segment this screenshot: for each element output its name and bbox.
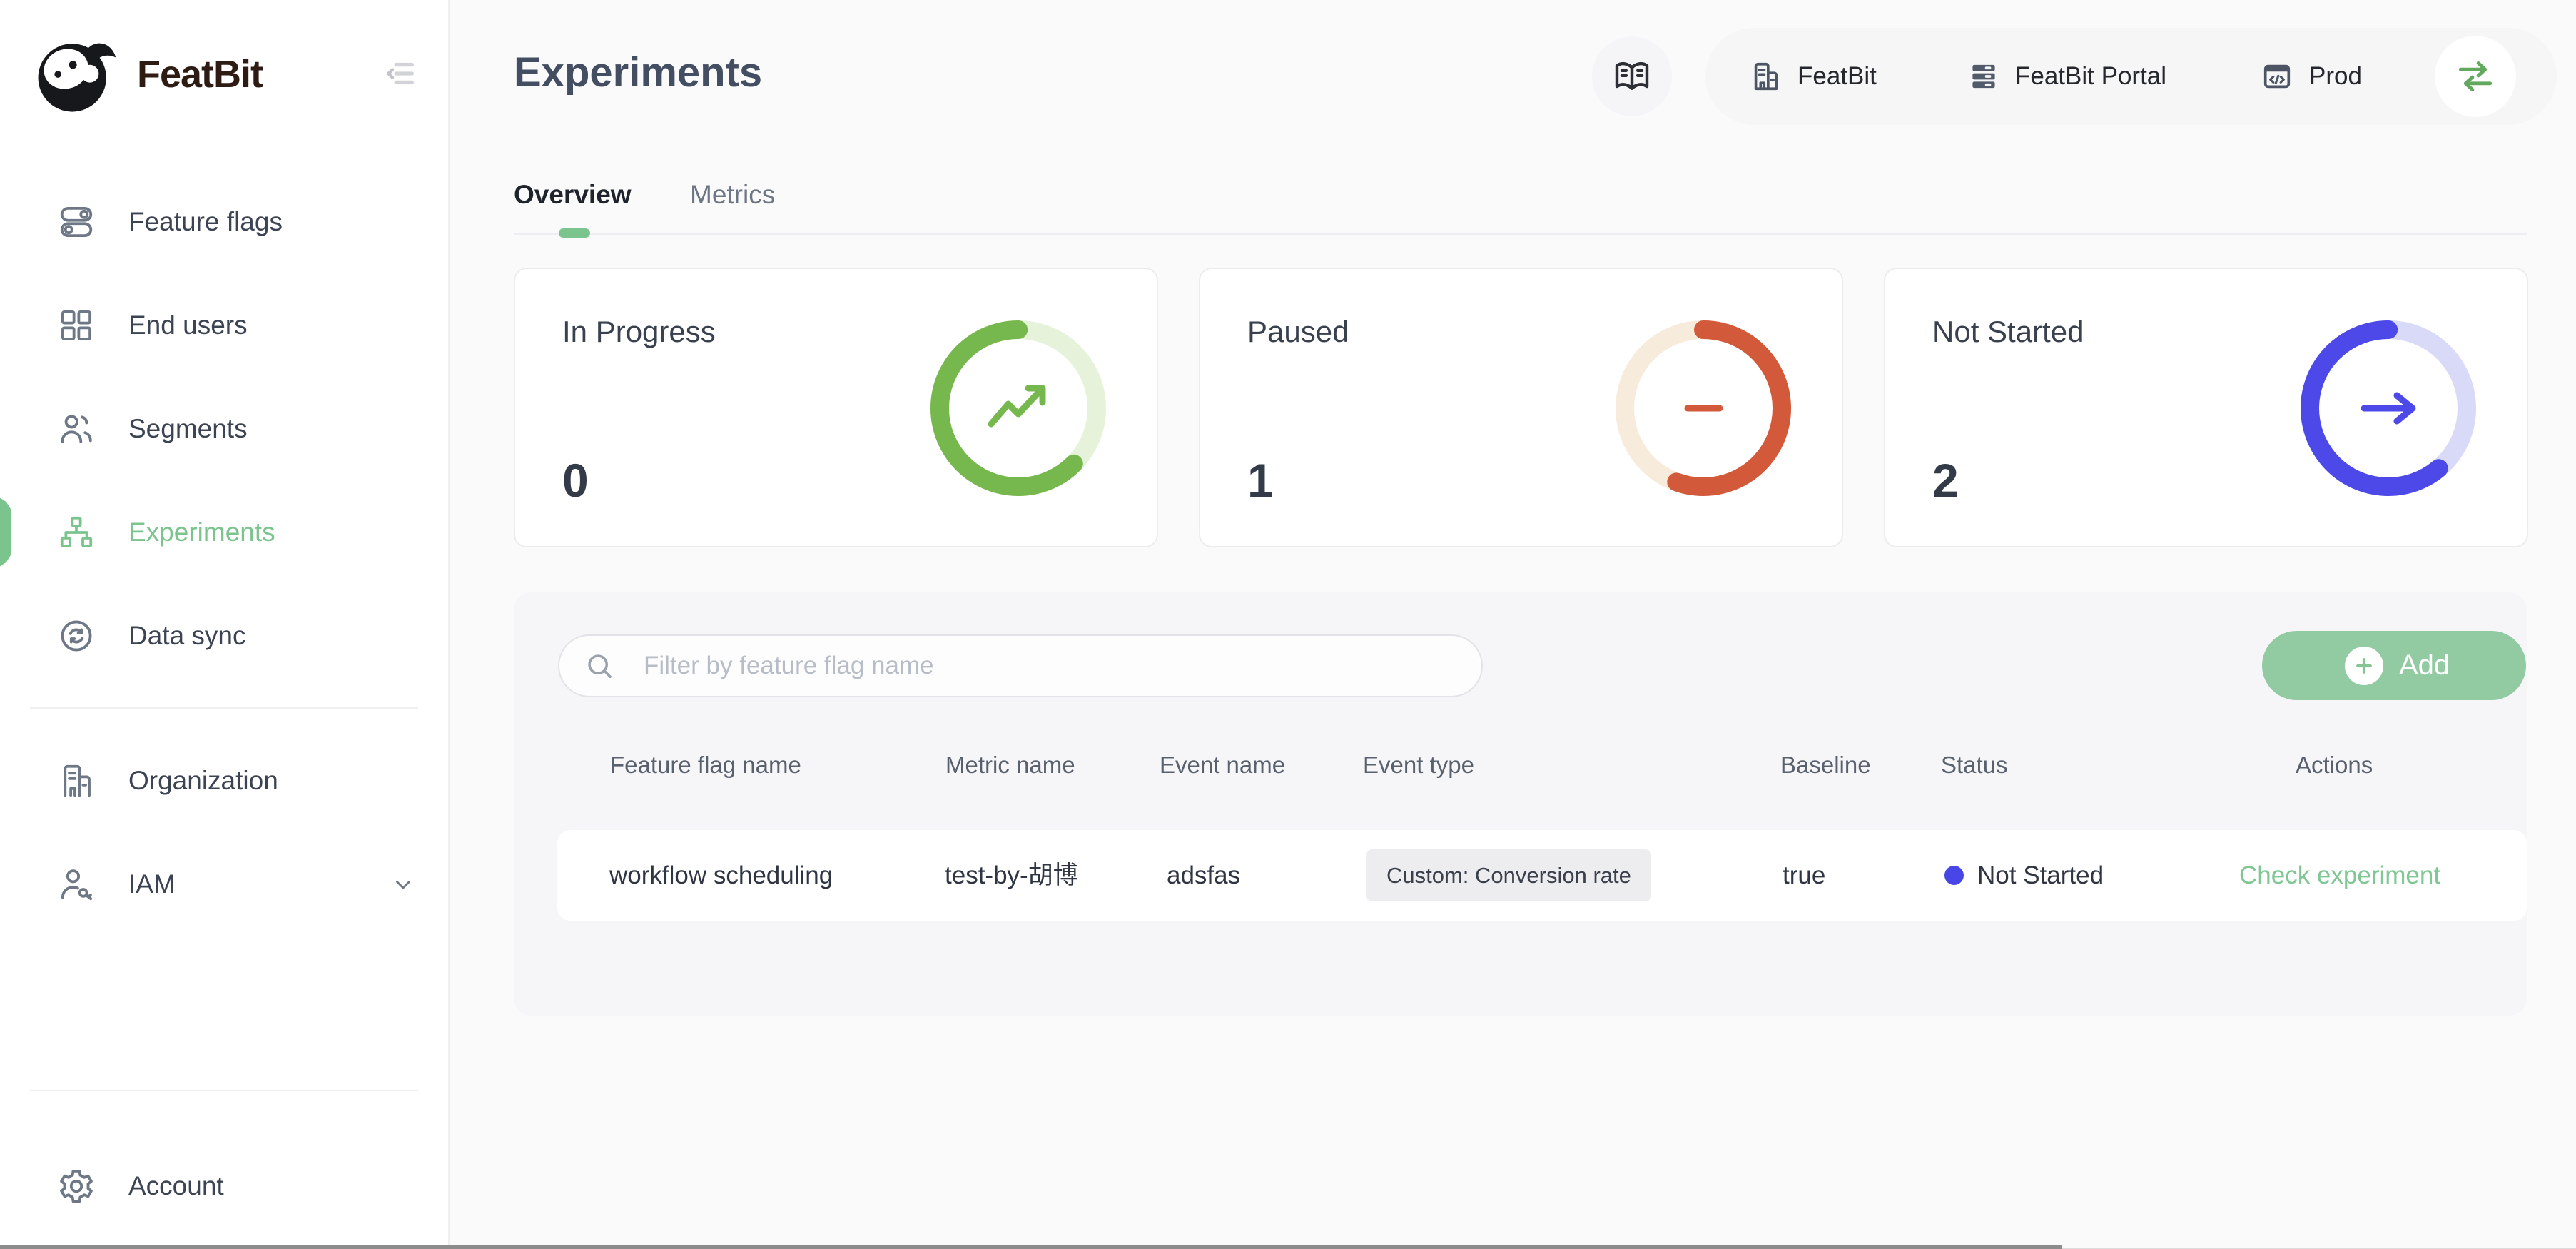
sidebar-item-organization[interactable]: Organization [0,729,448,832]
sidebar-item-iam[interactable]: IAM [0,832,448,936]
sidebar-nav: Feature flags End users Segments [0,170,448,687]
sidebar-item-data-sync[interactable]: Data sync [0,584,448,687]
workspace-switcher: FeatBit FeatBit Portal [1705,28,2557,125]
sidebar-item-label: IAM [128,869,176,899]
sidebar-item-label: Account [128,1171,224,1201]
add-button-label: Add [2399,649,2450,682]
tab-track [514,233,2527,235]
environment-selector[interactable]: Prod [2261,28,2362,125]
browser-code-icon [2261,60,2293,93]
server-stack-icon [1968,61,1999,92]
stat-card-in-progress: In Progress 0 [514,268,1158,547]
docs-button[interactable] [1592,36,1672,116]
arrow-right-icon [2364,395,2413,421]
sidebar-item-segments[interactable]: Segments [0,377,448,480]
cell-event-name: adsfas [1167,830,1240,921]
tab-metrics[interactable]: Metrics [690,180,775,210]
stat-label: In Progress [562,315,716,349]
plus-icon [2345,647,2383,685]
swap-arrows-icon [2453,54,2498,98]
stat-value: 1 [1247,453,1274,507]
stat-value: 2 [1932,453,1959,507]
column-header-event-name: Event name [1160,751,1285,779]
sidebar: FeatBit Feature flags End users [0,0,450,1249]
not-started-gauge [2281,301,2495,515]
status-badge: Not Started [1977,830,2104,921]
sidebar-divider [30,1090,418,1091]
cell-feature-flag-name: workflow scheduling [609,830,833,921]
sidebar-item-label: Data sync [128,621,246,651]
sync-icon [57,617,96,655]
stat-value: 0 [562,453,589,507]
sidebar-item-label: Feature flags [128,207,283,237]
filter-field [558,634,1483,697]
column-header-baseline: Baseline [1780,751,1871,779]
sidebar-secondary-nav: Organization IAM [0,729,448,936]
gear-icon [57,1167,96,1205]
column-header-actions: Actions [2296,751,2373,779]
tab-overview[interactable]: Overview [514,180,632,210]
sitemap-icon [57,513,96,552]
org-name: FeatBit [1797,62,1877,91]
grid-icon [57,306,96,345]
project-selector[interactable]: FeatBit Portal [1968,28,2166,125]
sidebar-item-label: Organization [128,766,278,796]
column-header-metric-name: Metric name [945,751,1075,779]
sidebar-item-end-users[interactable]: End users [0,273,448,377]
users-icon [57,410,96,448]
table-row: workflow scheduling test-by-胡博 adsfas Cu… [557,830,2527,921]
org-selector[interactable]: FeatBit [1749,28,1877,125]
experiments-panel: Add Feature flag name Metric name Event … [514,592,2527,1016]
add-experiment-button[interactable]: Add [2262,631,2526,700]
user-key-icon [57,865,96,904]
filter-input[interactable] [558,634,1483,697]
trend-up-icon [991,388,1043,424]
building-icon [1749,60,1782,93]
stat-label: Paused [1247,315,1349,349]
chevron-down-icon [391,872,415,896]
sidebar-item-feature-flags[interactable]: Feature flags [0,170,448,273]
sidebar-footer: Account [0,1070,448,1249]
column-header-event-type: Event type [1363,751,1474,779]
environment-name: Prod [2309,62,2362,91]
in-progress-gauge [911,301,1125,515]
toggles-icon [57,203,96,241]
cell-metric-name: test-by-胡博 [945,830,1078,921]
page-title: Experiments [514,49,762,96]
sidebar-item-label: Experiments [128,517,275,547]
brand-name: FeatBit [137,52,263,96]
sidebar-item-label: End users [128,310,248,340]
search-icon [584,650,615,682]
event-type-badge: Custom: Conversion rate [1366,849,1651,901]
paused-gauge [1596,301,1810,515]
sidebar-item-account[interactable]: Account [0,1134,448,1238]
active-item-indicator [0,498,11,567]
main-content: Experiments FeatBit [450,0,2576,1249]
sidebar-collapse-icon[interactable] [384,57,417,90]
stat-card-not-started: Not Started 2 [1884,268,2528,547]
check-experiment-link[interactable]: Check experiment [2239,830,2440,921]
featbit-app: FeatBit Feature flags End users [0,0,2576,1249]
tab-active-indicator [559,228,590,238]
column-header-status: Status [1941,751,2008,779]
sidebar-divider [30,707,418,709]
book-icon [1612,56,1652,96]
sidebar-item-label: Segments [128,414,248,444]
switch-environment-button[interactable] [2435,36,2516,117]
project-name: FeatBit Portal [2015,62,2166,91]
window-bottom-strip [0,1245,2062,1249]
logo-row: FeatBit [0,0,448,123]
stat-card-paused: Paused 1 [1199,268,1843,547]
building-icon [57,762,96,800]
status-dot [1944,866,1964,885]
column-header-feature-flag-name: Feature flag name [610,751,801,779]
cell-baseline: true [1783,830,1825,921]
featbit-logo-icon [31,33,118,120]
stat-label: Not Started [1932,315,2084,349]
sidebar-item-experiments[interactable]: Experiments [0,480,448,584]
